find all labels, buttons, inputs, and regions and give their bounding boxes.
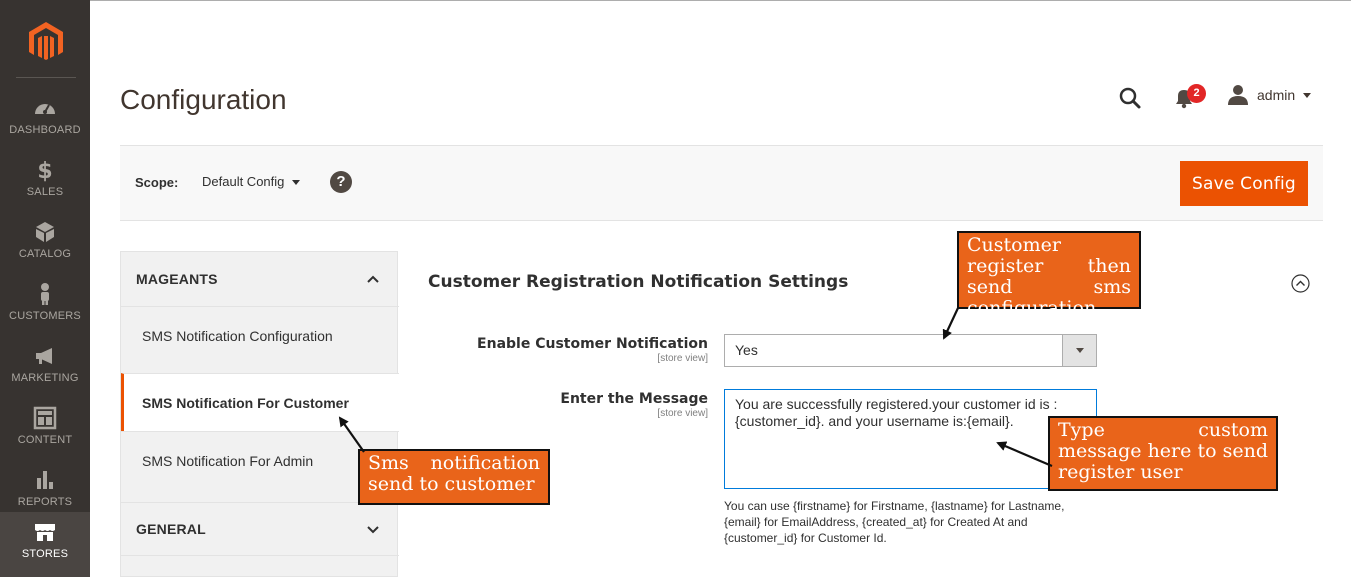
nav-stores[interactable]: STORES [0,512,90,577]
section-title[interactable]: Customer Registration Notification Setti… [428,272,848,292]
tab-group-title: GENERAL [136,521,206,537]
chevron-up-icon [367,275,379,283]
nav-catalog[interactable]: CATALOG [0,212,90,274]
field-label-enable-notification: Enable Customer Notification [477,336,708,352]
callout-customer-tab: Sms notification send to customer [358,449,550,505]
svg-text:$: $ [37,159,52,182]
nav-marketing-label: MARKETING [11,372,79,384]
nav-reports-label: REPORTS [17,496,73,508]
nav-customers[interactable]: CUSTOMERS [0,274,90,336]
bar-chart-icon [0,468,90,496]
callout-configuration: Customer register then send sms configur… [957,231,1141,319]
chevron-down-icon [292,180,301,185]
cube-icon [0,220,90,248]
tab-group-mageants[interactable]: MAGEANTS [121,252,399,306]
nav-dashboard-label: DASHBOARD [9,124,81,136]
tab-sms-notification-for-customer[interactable]: SMS Notification For Customer [121,373,399,431]
field-scope-hint: [store view] [657,408,708,419]
chevron-down-icon [367,526,379,534]
logo-separator [16,77,76,78]
megaphone-icon [0,344,90,372]
select-value: Yes [735,342,758,358]
nav-sales-label: SALES [26,186,64,198]
nav-catalog-label: CATALOG [18,248,72,260]
field-label-message: Enter the Message [560,391,708,407]
tab-sms-notification-configuration[interactable]: SMS Notification Configuration [121,306,399,364]
callout-message: Type custom message here to send registe… [1048,416,1278,491]
help-icon[interactable]: ? [330,171,352,193]
message-textarea[interactable]: You are successfully registered.your cus… [724,389,1097,489]
chevron-down-icon [1303,92,1312,98]
field-scope-hint: [store view] [657,353,708,364]
page-actions-bar: Scope: Default Config ? Save Config [120,145,1323,221]
person-icon [0,282,90,310]
nav-marketing[interactable]: MARKETING [0,336,90,398]
scope-value: Default Config [202,174,285,189]
search-icon[interactable] [1118,86,1142,110]
enable-notification-select[interactable]: Yes [724,334,1097,367]
nav-customers-label: CUSTOMERS [9,310,81,322]
nav-content-label: CONTENT [17,434,73,446]
nav-stores-label: STORES [21,548,69,560]
user-icon [1228,85,1248,105]
dashboard-icon [0,96,90,124]
page-title: Configuration [120,84,287,115]
top-divider [90,0,1351,1]
layout-icon [0,406,90,434]
nav-dashboard[interactable]: DASHBOARD [0,88,90,150]
store-icon [0,520,90,548]
magento-logo-icon[interactable] [27,20,65,62]
admin-username: admin [1257,87,1296,103]
scope-label: Scope: [135,175,179,190]
tab-group-title: MAGEANTS [136,271,218,287]
save-config-button[interactable]: Save Config [1180,161,1308,206]
nav-content[interactable]: CONTENT [0,398,90,460]
chevron-down-icon [1062,335,1096,366]
scope-switcher[interactable]: Default Config [202,174,301,189]
nav-sales[interactable]: $ SALES [0,150,90,212]
admin-account-menu[interactable]: admin [1227,84,1312,106]
field-note: You can use {firstname} for Firstname, {… [724,499,1065,545]
dollar-icon: $ [0,158,90,186]
collapse-icon[interactable] [1291,274,1310,293]
config-tabs-panel: MAGEANTS SMS Notification Configuration … [120,251,399,577]
admin-sidebar: DASHBOARD $ SALES CATALOG CUSTOMERS MARK… [0,0,90,577]
notification-count-badge[interactable]: 2 [1187,84,1206,103]
tab-group-general[interactable]: GENERAL [121,502,399,556]
